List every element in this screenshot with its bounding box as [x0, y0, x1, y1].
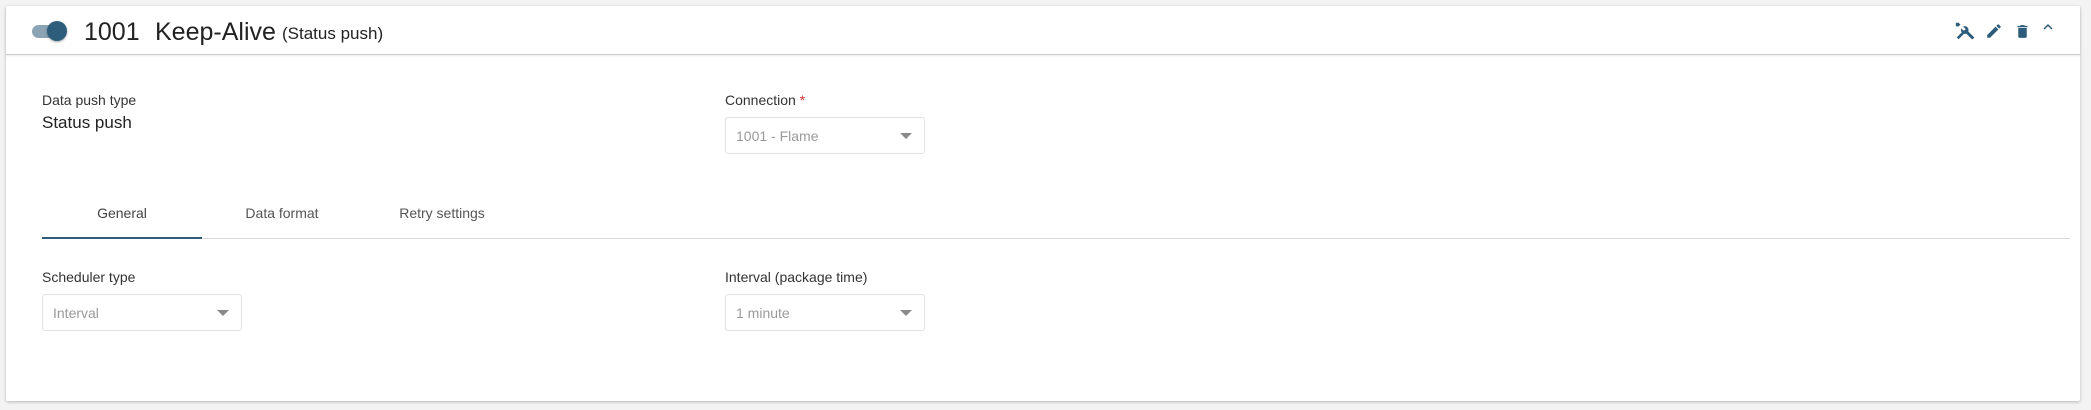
collapse-chevron-icon[interactable] — [2036, 15, 2060, 39]
push-name: Keep-Alive — [155, 18, 276, 46]
chevron-down-icon — [900, 310, 912, 316]
data-push-type-label: Data push type — [42, 92, 137, 108]
data-push-card: 1001 Keep-Alive (Status push) Data push … — [6, 6, 2080, 401]
chevron-down-icon — [217, 310, 229, 316]
data-push-type-value: Status push — [42, 113, 132, 132]
tab-data-format[interactable]: Data format — [202, 191, 362, 239]
scheduler-type-value: Interval — [53, 305, 99, 321]
connection-label: Connection * — [725, 92, 806, 108]
tab-retry-settings[interactable]: Retry settings — [362, 191, 522, 239]
toggle-knob — [47, 21, 67, 41]
scheduler-type-select[interactable]: Interval — [42, 294, 242, 331]
tools-icon[interactable] — [1953, 19, 1977, 43]
enable-toggle[interactable] — [30, 20, 68, 42]
chevron-down-icon — [900, 133, 912, 139]
scheduler-type-label: Scheduler type — [42, 269, 136, 285]
interval-label: Interval (package time) — [725, 269, 868, 285]
card-header[interactable]: 1001 Keep-Alive (Status push) — [6, 6, 2080, 55]
tab-bar: General Data format Retry settings — [42, 191, 2070, 239]
required-mark: * — [799, 92, 806, 108]
tab-general[interactable]: General — [42, 191, 202, 239]
push-type-label: (Status push) — [282, 24, 384, 43]
delete-icon[interactable] — [2010, 19, 2034, 43]
interval-select[interactable]: 1 minute — [725, 294, 925, 331]
edit-icon[interactable] — [1982, 19, 2006, 43]
connection-select-value: 1001 - Flame — [736, 128, 819, 144]
interval-value: 1 minute — [736, 305, 790, 321]
push-id: 1001 — [84, 18, 140, 46]
connection-select[interactable]: 1001 - Flame — [725, 117, 925, 154]
